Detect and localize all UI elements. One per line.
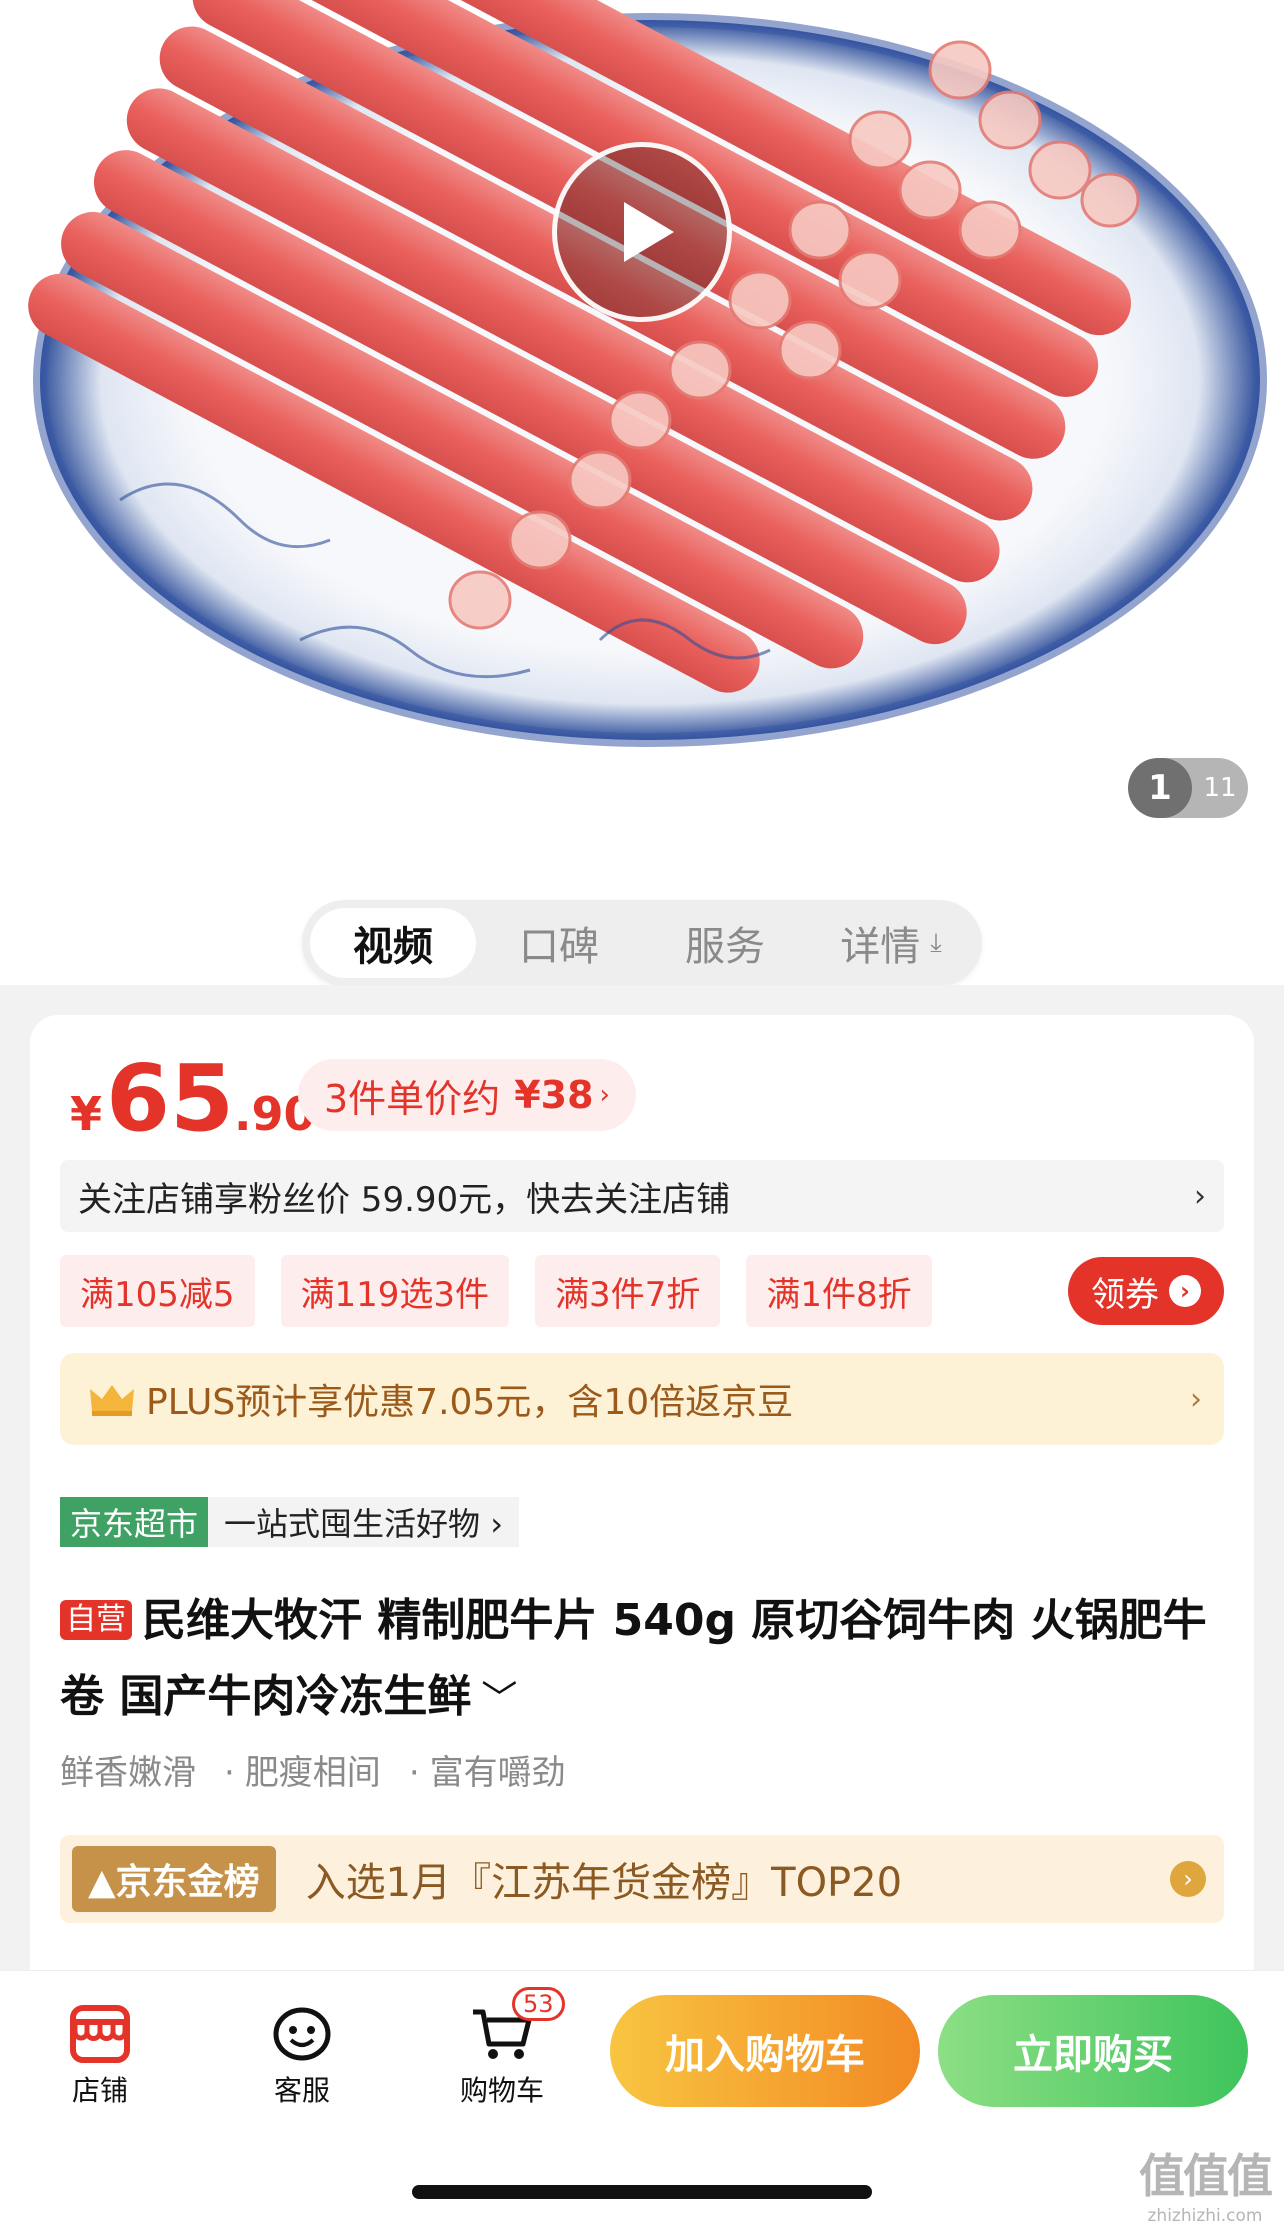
download-icon: ⤓ — [930, 927, 942, 958]
chevron-circle-icon: › — [1170, 1861, 1206, 1897]
ranking-text: 入选1月『江苏年货金榜』TOP20 — [305, 1860, 903, 1906]
plus-text: PLUS预计享优惠7.05元，含10倍返京豆 — [146, 1382, 794, 1423]
buy-now-button[interactable]: 立即购买 — [938, 1995, 1248, 2107]
unit-price-label: 3件单价约 — [324, 1076, 501, 1121]
watermark-site: zhizhizhi.com — [1147, 2206, 1263, 2225]
chevron-right-icon: › — [1194, 1178, 1206, 1214]
cart-count-badge: 53 — [512, 1987, 565, 2021]
product-gallery[interactable]: 1 11 视频 口碑 服务 详情 ⤓ — [0, 0, 1284, 985]
gallery-page-indicator: 1 11 — [1128, 758, 1248, 818]
cart-label: 购物车 — [459, 2074, 544, 2107]
promo-tag[interactable]: 满105减5 — [60, 1255, 255, 1327]
cart-icon: 53 — [442, 1987, 565, 2069]
cart-nav-item[interactable]: 53 购物车 — [442, 1987, 565, 2109]
feature-item: · 肥瘦相间 — [224, 1753, 381, 1793]
chevron-down-icon[interactable]: ﹀ — [481, 1679, 517, 1720]
chevron-right-icon: › — [1190, 1381, 1202, 1417]
fans-price-notice[interactable]: 关注店铺享粉丝价 59.90元，快去关注店铺 › — [60, 1160, 1224, 1232]
jd-gold-list-badge: ▲京东金榜 — [72, 1846, 276, 1912]
self-operated-badge: 自营 — [60, 1600, 132, 1640]
get-coupon-button[interactable]: 领券 › — [1068, 1257, 1224, 1325]
promo-tag[interactable]: 满3件7折 — [535, 1255, 721, 1327]
chevron-circle-icon: › — [1169, 1275, 1201, 1307]
feature-item: · 富有嚼劲 — [408, 1753, 566, 1793]
add-to-cart-button[interactable]: 加入购物车 — [610, 1995, 920, 2107]
store-label: 店铺 — [71, 2074, 128, 2107]
product-title: 自营 民维大牧汗 精制肥牛片 540g 原切谷饲牛肉 火锅肥牛卷 国产牛肉冷冻生鲜… — [60, 1583, 1230, 1738]
unit-price-value: ¥38 — [514, 1073, 594, 1117]
customer-service-nav-item[interactable]: 客服 — [242, 1999, 362, 2109]
product-title-text: 民维大牧汗 精制肥牛片 540g 原切谷饲牛肉 火锅肥牛卷 国产牛肉冷冻生鲜 — [60, 1595, 1207, 1722]
promo-tag[interactable]: 满1件8折 — [746, 1255, 932, 1327]
store-tag[interactable]: 京东超市 一站式囤生活好物 › — [60, 1497, 519, 1547]
store-slogan: 一站式囤生活好物 › — [208, 1497, 519, 1547]
chevron-right-icon: › — [599, 1080, 610, 1110]
product-features: 鲜香嫩滑 · 肥瘦相间 · 富有嚼劲 — [60, 1745, 566, 1794]
price-integer: 65 — [106, 1045, 235, 1152]
unit-price-pill[interactable]: 3件单价约 ¥38 › — [298, 1059, 636, 1131]
currency-symbol: ¥ — [70, 1087, 103, 1141]
tab-label: 服务 — [685, 924, 765, 970]
jd-ranking-banner[interactable]: ▲京东金榜 入选1月『江苏年货金榜』TOP20 › — [60, 1835, 1224, 1923]
gallery-tabs: 视频 口碑 服务 详情 ⤓ — [302, 900, 982, 985]
feature-item: 鲜香嫩滑 — [60, 1753, 196, 1793]
promo-tag[interactable]: 满119选3件 — [280, 1255, 510, 1327]
promo-tags: 满105减5 满119选3件 满3件7折 满1件8折 — [60, 1255, 932, 1327]
store-nav-item[interactable]: 店铺 — [40, 1999, 160, 2109]
coupon-label: 领券 — [1091, 1274, 1159, 1315]
play-video-button[interactable] — [552, 142, 732, 322]
tab-label: 口碑 — [519, 924, 599, 970]
watermark-logo: 值值值 — [1139, 2149, 1273, 2203]
tab-reviews[interactable]: 口碑 — [476, 908, 642, 978]
tab-label: 详情 — [840, 924, 921, 970]
tab-label: 视频 — [353, 924, 433, 970]
tab-details[interactable]: 详情 ⤓ — [808, 908, 974, 978]
crown-icon — [90, 1385, 134, 1416]
service-label: 客服 — [273, 2074, 330, 2107]
product-info-card: ¥ 65 .90 3件单价约 ¥38 › 关注店铺享粉丝价 59.90元，快去关… — [30, 1015, 1254, 2015]
jd-supermarket-badge: 京东超市 — [60, 1497, 209, 1547]
home-indicator[interactable] — [412, 2185, 872, 2199]
fans-notice-text: 关注店铺享粉丝价 59.90元，快去关注店铺 — [78, 1179, 731, 1220]
price: ¥ 65 .90 — [70, 1053, 316, 1145]
tab-service[interactable]: 服务 — [642, 908, 808, 978]
watermark: 值值值 zhizhizhi.com — [1130, 2140, 1280, 2225]
page-current: 1 — [1128, 758, 1192, 818]
chat-smile-icon — [242, 1999, 362, 2069]
plus-member-banner[interactable]: PLUS预计享优惠7.05元，含10倍返京豆 › — [60, 1353, 1224, 1445]
tab-video[interactable]: 视频 — [310, 908, 476, 978]
play-icon — [624, 202, 674, 262]
page-total: 11 — [1203, 773, 1237, 803]
store-icon — [40, 1999, 160, 2069]
